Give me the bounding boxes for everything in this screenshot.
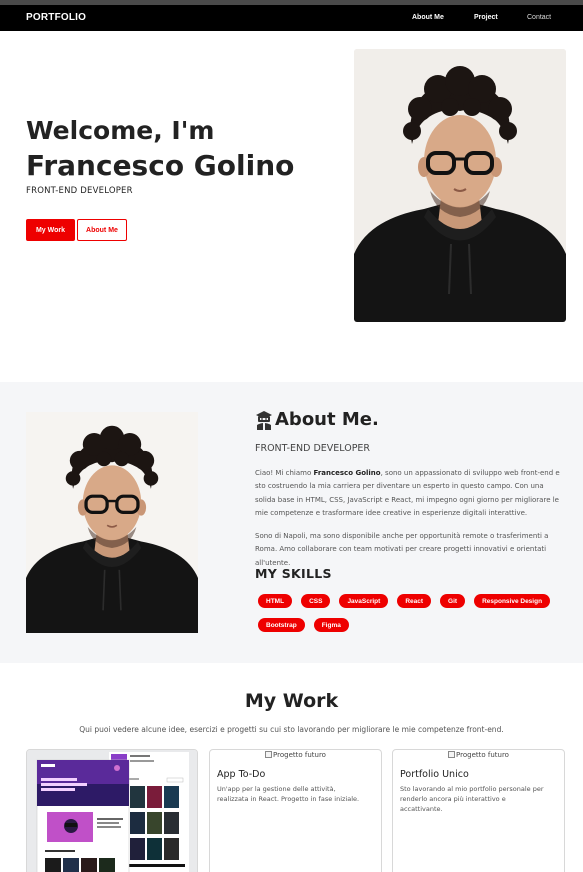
my-work-button[interactable]: My Work [26, 219, 75, 241]
project-card-website[interactable] [26, 749, 198, 872]
card-title: App To-Do [217, 769, 266, 780]
card-description: Un'app per la gestione delle attività, r… [217, 785, 360, 803]
skill-badge: HTML [258, 594, 293, 608]
about-role: FRONT-END DEVELOPER [255, 443, 371, 454]
about-portrait-photo [26, 412, 198, 633]
website-screenshot [27, 750, 197, 872]
skill-badge: CSS [301, 594, 331, 608]
portrait-illustration [26, 412, 198, 633]
about-me-button[interactable]: About Me [77, 219, 127, 241]
work-title: My Work [244, 690, 339, 712]
skills-title: MY SKILLS [255, 566, 332, 581]
skill-badge: JavaScript [339, 594, 389, 608]
skill-badge: React [397, 594, 432, 608]
project-image-placeholder: Progetto futuro [393, 751, 564, 759]
nav-link-contact[interactable]: Contact [527, 14, 551, 21]
project-image-placeholder: Progetto futuro [210, 751, 381, 759]
hero-portrait-photo [354, 49, 566, 322]
broken-image-icon [265, 751, 273, 758]
about-title: About Me. [255, 409, 379, 430]
image-alt-text: Progetto futuro [456, 751, 509, 759]
about-paragraph-location: Sono di Napoli, ma sono disponibile anch… [255, 532, 549, 567]
skill-badge: Figma [313, 618, 349, 632]
website-screenshot-illustration [27, 750, 197, 872]
nav-link-project[interactable]: Project [474, 14, 498, 21]
navbar: PORTFOLIO About Me Project Contact [0, 5, 583, 31]
ninja-icon [256, 410, 272, 430]
hero-welcome: Welcome, I'm [26, 116, 215, 145]
work-subtitle: Qui puoi vedere alcune idee, esercizi e … [79, 725, 504, 734]
about-text-span: Ciao! Mi chiamo [255, 469, 314, 477]
portrait-illustration [354, 49, 566, 322]
skills-list: HTML CSS JavaScript React Git Responsive… [258, 594, 558, 632]
card-description: Sto lavorando al mio portfolio personale… [400, 785, 544, 813]
card-title: Portfolio Unico [400, 769, 469, 780]
about-title-text: About Me. [275, 409, 379, 430]
hero-role: FRONT-END DEVELOPER [26, 186, 133, 196]
skill-badge: Git [440, 594, 466, 608]
broken-image-icon [448, 751, 456, 758]
brand-logo[interactable]: PORTFOLIO [26, 12, 86, 23]
image-alt-text: Progetto futuro [273, 751, 326, 759]
skill-badge: Bootstrap [258, 618, 305, 632]
nav-link-about-me[interactable]: About Me [412, 14, 444, 21]
about-name-bold: Francesco Golino [313, 469, 381, 477]
hero-name: Francesco Golino [26, 149, 295, 182]
project-card-todo[interactable]: Progetto futuro App To-Do Un'app per la … [209, 749, 382, 872]
about-paragraph-intro: Ciao! Mi chiamo Francesco Golino, sono u… [255, 467, 560, 520]
skill-badge: Responsive Design [474, 594, 551, 608]
project-card-portfolio[interactable]: Progetto futuro Portfolio Unico Sto lavo… [392, 749, 565, 872]
